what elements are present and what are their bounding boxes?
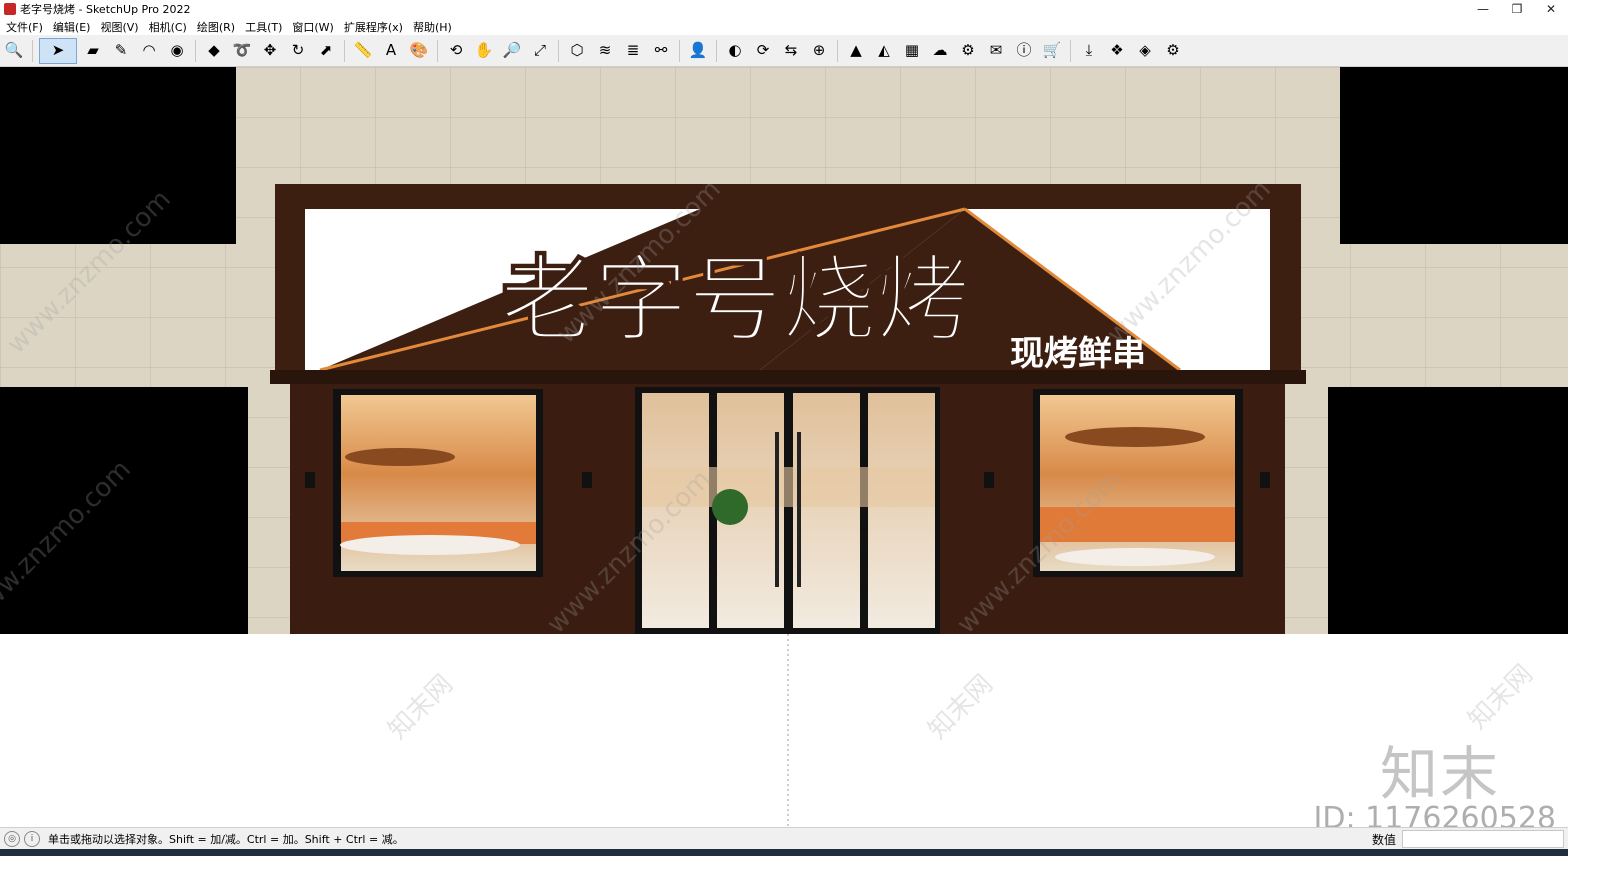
menu-bar: 文件(F) 编辑(E) 视图(V) 相机(C) 绘图(R) 工具(T) 窗口(W… [0, 18, 1568, 35]
toolbar-separator [716, 39, 717, 62]
cart-icon[interactable]: 🛒 [1040, 39, 1064, 63]
toolbar-separator [437, 39, 438, 62]
geo-location-icon[interactable]: ◎ [4, 831, 20, 847]
toolbar-separator [837, 39, 838, 62]
toolbar-separator [32, 39, 33, 62]
title-bar: 老字号烧烤 - SketchUp Pro 2022 — ❐ ✕ [0, 0, 1568, 18]
ruby-icon[interactable]: ◈ [1133, 39, 1157, 63]
zoom-icon[interactable]: 🔍 [2, 39, 26, 63]
info-icon[interactable]: ⓘ [1012, 39, 1036, 63]
close-button[interactable]: ✕ [1534, 0, 1568, 18]
settings-gears-icon[interactable]: ⚙ [956, 39, 980, 63]
push-pull-icon[interactable]: ◆ [202, 39, 226, 63]
rotate-icon[interactable]: ↻ [286, 39, 310, 63]
menu-view[interactable]: 视图(V) [100, 19, 138, 35]
layers-icon[interactable]: ≋ [593, 39, 617, 63]
toolbar-separator [558, 39, 559, 62]
measurements-label: 数值 [1372, 832, 1397, 847]
brand-watermark: 知末 [1379, 740, 1500, 808]
mail-icon[interactable]: ✉ [984, 39, 1008, 63]
model-viewport[interactable]: 老字号烧烤 现烤鲜串 www.znzmo.com www.znzmo.com w… [0, 67, 1568, 827]
lower-right-window [1328, 387, 1568, 634]
main-toolbar: 🔍 ➤ ▰ ✎ ◠ ◉ ◆ ➰ ✥ ↻ ⬈ 📏 A 🎨 ⟲ ✋ 🔎 ⤢ ⬡ ≋ ≣ ⚯ 👤 ◐ ⟳ ⇆ ⊕ ▲ ◭ ▦ ☁ ⚙ ✉ ⓘ 🛒 ⤓ ❖ ◈ ⚙ [0, 35, 1568, 67]
door-panel-4 [868, 393, 935, 628]
status-hint: 单击或拖动以选择对象。Shift = 加/减。Ctrl = 加。Shift + … [48, 833, 404, 846]
tree-icon[interactable]: ▲ [844, 39, 868, 63]
select-arrow-icon[interactable]: ➤ [39, 37, 77, 64]
add-icon[interactable]: ⊕ [807, 39, 831, 63]
follow-me-icon[interactable]: ➰ [230, 39, 254, 63]
menu-window[interactable]: 窗口(W) [292, 19, 333, 35]
cloud-upload-icon[interactable]: ☁ [928, 39, 952, 63]
right-display-window [1040, 395, 1235, 571]
eraser-icon[interactable]: ▰ [81, 39, 105, 63]
tape-measure-icon[interactable]: 📏 [351, 39, 375, 63]
paint-bucket-icon[interactable]: 🎨 [407, 39, 431, 63]
stack-icon[interactable]: ❖ [1105, 39, 1129, 63]
menu-extensions[interactable]: 扩展程序(x) [344, 19, 403, 35]
menu-draw[interactable]: 绘图(R) [197, 19, 235, 35]
toolbar-separator [679, 39, 680, 62]
lower-left-window [0, 387, 248, 634]
gear-icon[interactable]: ⚙ [1161, 39, 1185, 63]
download-icon[interactable]: ⤓ [1077, 39, 1101, 63]
door-handle-right [797, 432, 801, 587]
checker-icon[interactable]: ▦ [900, 39, 924, 63]
status-info-icon[interactable]: i [24, 831, 40, 847]
circle-icon[interactable]: ◉ [165, 39, 189, 63]
zoom-window-icon[interactable]: 🔎 [500, 39, 524, 63]
upper-left-window [0, 67, 236, 244]
pan-icon[interactable]: ✋ [472, 39, 496, 63]
components-icon[interactable]: ⬡ [565, 39, 589, 63]
text-icon[interactable]: A [379, 39, 403, 63]
orbit-icon[interactable]: ⟲ [444, 39, 468, 63]
terrain-icon[interactable]: ◭ [872, 39, 896, 63]
menu-tools[interactable]: 工具(T) [245, 19, 282, 35]
menu-file[interactable]: 文件(F) [6, 19, 43, 35]
menu-edit[interactable]: 编辑(E) [53, 19, 91, 35]
zoom-extents-icon[interactable]: ⤢ [528, 39, 552, 63]
toolbar-separator [1070, 39, 1071, 62]
toolbar-separator [195, 39, 196, 62]
image-id-watermark: ID: 1176260528 [1313, 801, 1556, 827]
move-icon[interactable]: ✥ [258, 39, 282, 63]
taskbar-strip [0, 849, 1568, 856]
status-bar: ◎ i 单击或拖动以选择对象。Shift = 加/减。Ctrl = 加。Shif… [0, 827, 1568, 850]
door-handle-left [775, 432, 779, 587]
window-title: 老字号烧烤 - SketchUp Pro 2022 [20, 3, 191, 16]
door-panel-3 [793, 393, 860, 628]
tags-icon[interactable]: ⚯ [649, 39, 673, 63]
sync-icon[interactable]: ⟳ [751, 39, 775, 63]
send-layout-icon[interactable]: ⇆ [779, 39, 803, 63]
account-icon[interactable]: 👤 [686, 39, 710, 63]
menu-help[interactable]: 帮助(H) [413, 19, 452, 35]
menu-camera[interactable]: 相机(C) [149, 19, 187, 35]
sketchup-logo-icon [4, 3, 16, 15]
pencil-icon[interactable]: ✎ [109, 39, 133, 63]
arc-icon[interactable]: ◠ [137, 39, 161, 63]
scale-icon[interactable]: ⬈ [314, 39, 338, 63]
storefront-model: 老字号烧烤 现烤鲜串 [0, 67, 1568, 827]
measurements-input[interactable] [1402, 830, 1564, 848]
upper-right-window [1340, 67, 1568, 244]
toolbar-separator [344, 39, 345, 62]
minimize-button[interactable]: — [1466, 0, 1500, 18]
styles-icon[interactable]: ≣ [621, 39, 645, 63]
extension-warehouse-icon[interactable]: ◐ [723, 39, 747, 63]
restore-button[interactable]: ❐ [1500, 0, 1534, 18]
